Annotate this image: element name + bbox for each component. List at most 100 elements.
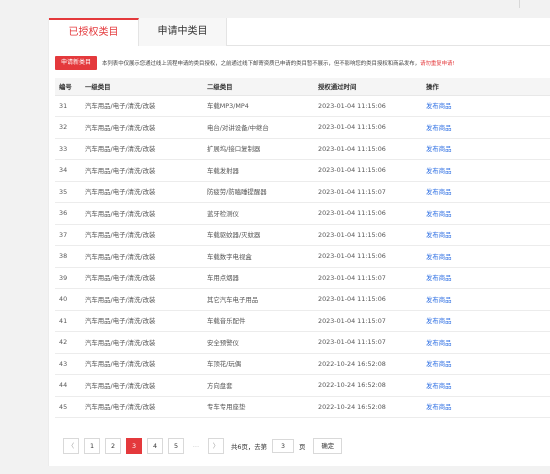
cell-level1: 汽车用品/电子/清洗/改装 [81,374,203,397]
publish-product-link[interactable]: 发布商品 [426,253,452,261]
cell-action: 发布商品 [422,374,550,397]
page-button-3-current[interactable]: 3 [126,438,142,454]
table-row: 39 汽车用品/电子/清洗/改装 车用点烟器 2023-01-04 11:15:07 发… [55,267,550,289]
publish-product-link[interactable]: 发布商品 [426,317,452,325]
goto-confirm-button[interactable]: 确定 [313,438,343,454]
cell-level1: 汽车用品/电子/清洗/改装 [81,202,203,225]
cell-action: 发布商品 [422,267,550,289]
cell-time: 2023-01-04 11:15:06 [314,159,422,182]
publish-product-link[interactable]: 发布商品 [426,102,452,110]
col-header-action: 操作 [422,78,550,96]
cell-level1: 汽车用品/电子/清洗/改装 [81,138,203,160]
tab-pending-categories[interactable]: 申请中类目 [139,18,227,46]
publish-product-link[interactable]: 发布商品 [426,296,452,304]
cell-level1: 汽车用品/电子/清洗/改装 [81,267,203,289]
cell-level2: 蓝牙检测仪 [203,202,314,225]
cell-level2: 电台/对讲设备/中继台 [203,116,314,139]
page-button-5[interactable]: 5 [168,438,184,454]
cell-time: 2023-01-04 11:15:07 [314,331,422,354]
cell-action: 发布商品 [422,138,550,160]
cell-level1: 汽车用品/电子/清洗/改装 [81,224,203,246]
cell-id: 41 [55,310,81,332]
cell-time: 2022-10-24 16:52:08 [314,396,422,418]
cell-level2: 车载MP3/MP4 [203,95,314,117]
cell-id: 38 [55,245,81,268]
cell-id: 44 [55,374,81,397]
cell-level2: 车载发射器 [203,159,314,182]
cell-id: 32 [55,116,81,139]
publish-product-link[interactable]: 发布商品 [426,382,452,390]
tab-authorized-categories[interactable]: 已授权类目 [49,18,139,46]
cell-level1: 汽车用品/电子/清洗/改装 [81,116,203,139]
table-row: 34 汽车用品/电子/清洗/改装 车载发射器 2023-01-04 11:15:06 发… [55,159,550,182]
next-page-button[interactable]: 〉 [208,438,224,454]
cell-id: 40 [55,288,81,311]
table-row: 33 汽车用品/电子/清洗/改装 扩展坞/接口复制器 2023-01-04 11:15… [55,138,550,160]
page-button-1[interactable]: 1 [84,438,100,454]
table-row: 41 汽车用品/电子/清洗/改装 车载音乐配件 2023-01-04 11:15:07… [55,310,550,332]
col-header-level1: 一级类目 [81,78,203,96]
table-row: 36 汽车用品/电子/清洗/改装 蓝牙检测仪 2023-01-04 11:15:06 发… [55,202,550,225]
cell-id: 33 [55,138,81,160]
cell-level2: 扩展坞/接口复制器 [203,138,314,160]
cell-level2: 其它汽车电子用品 [203,288,314,311]
table-row: 43 汽车用品/电子/清洗/改装 车顶花/玩偶 2022-10-24 16:52:08… [55,353,550,375]
page-ellipsis: … [192,441,200,449]
cell-id: 31 [55,95,81,117]
publish-product-link[interactable]: 发布商品 [426,403,452,411]
cell-action: 发布商品 [422,224,550,246]
cell-level1: 汽车用品/电子/清洗/改装 [81,95,203,117]
cell-level2: 车载音乐配件 [203,310,314,332]
publish-product-link[interactable]: 发布商品 [426,274,452,282]
publish-product-link[interactable]: 发布商品 [426,339,452,347]
cell-id: 34 [55,159,81,182]
cell-time: 2023-01-04 11:15:07 [314,267,422,289]
cell-id: 36 [55,202,81,225]
table-row: 42 汽车用品/电子/清洗/改装 安全预警仪 2023-01-04 11:15:07 发… [55,331,550,354]
cell-level2: 车顶花/玩偶 [203,353,314,375]
col-header-id: 编号 [55,78,81,96]
publish-product-link[interactable]: 发布商品 [426,188,452,196]
table-row: 38 汽车用品/电子/清洗/改装 车载数字电视盒 2023-01-04 11:15:0… [55,245,550,268]
tab-bar: 已授权类目 申请中类目 [49,18,550,46]
cell-level1: 汽车用品/电子/清洗/改装 [81,331,203,354]
publish-product-link[interactable]: 发布商品 [426,145,452,153]
cell-id: 37 [55,224,81,246]
chevron-left-icon: 〈 [67,442,75,450]
prev-page-button[interactable]: 〈 [63,438,79,454]
table-row: 35 汽车用品/电子/清洗/改装 防疲劳/防瞌睡提醒器 2023-01-04 11:1… [55,181,550,203]
cell-action: 发布商品 [422,181,550,203]
cell-time: 2023-01-04 11:15:06 [314,224,422,246]
chevron-right-icon: 〉 [212,442,220,450]
publish-product-link[interactable]: 发布商品 [426,360,452,368]
notice-bar: 申请新类目 本列表中仅展示您通过线上流程申请的类目授权，之前通过线下邮寄资质已申… [55,56,455,70]
cell-level2: 方向盘套 [203,374,314,397]
cell-time: 2023-01-04 11:15:06 [314,116,422,139]
cell-action: 发布商品 [422,159,550,182]
publish-product-link[interactable]: 发布商品 [426,167,452,175]
publish-product-link[interactable]: 发布商品 [426,124,452,132]
col-header-time: 授权通过时间 [314,78,422,96]
cell-id: 35 [55,181,81,203]
goto-page-input[interactable] [272,439,295,453]
page-button-4[interactable]: 4 [147,438,163,454]
cell-action: 发布商品 [422,202,550,225]
publish-product-link[interactable]: 发布商品 [426,231,452,239]
cell-action: 发布商品 [422,95,550,117]
cell-level2: 专车专用座垫 [203,396,314,418]
cell-time: 2023-01-04 11:15:06 [314,245,422,268]
cell-level2: 车载驱蚊器/灭蚊器 [203,224,314,246]
top-bar [0,0,550,12]
cell-action: 发布商品 [422,310,550,332]
cell-level2: 安全预警仪 [203,331,314,354]
cell-id: 39 [55,267,81,289]
notice-text: 本列表中仅展示您通过线上流程申请的类目授权，之前通过线下邮寄资质已申请的类目暂不… [102,59,455,67]
cell-level1: 汽车用品/电子/清洗/改装 [81,181,203,203]
cell-level1: 汽车用品/电子/清洗/改装 [81,396,203,418]
page-button-2[interactable]: 2 [105,438,121,454]
publish-product-link[interactable]: 发布商品 [426,210,452,218]
cell-time: 2023-01-04 11:15:06 [314,95,422,117]
total-pages-text: 共6页，去第 [231,442,268,451]
apply-new-category-button[interactable]: 申请新类目 [55,56,98,70]
cell-level1: 汽车用品/电子/清洗/改装 [81,159,203,182]
